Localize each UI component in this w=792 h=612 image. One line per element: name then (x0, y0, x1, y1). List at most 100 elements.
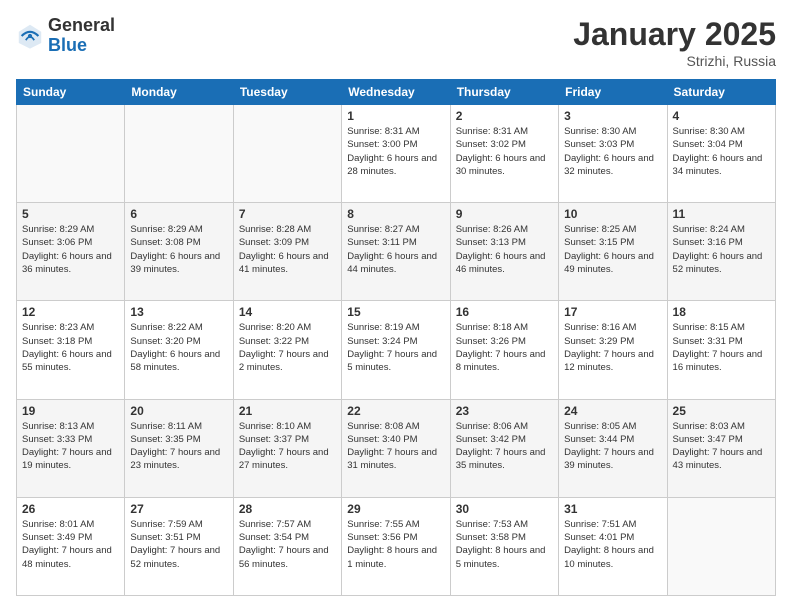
calendar-cell: 14 Sunrise: 8:20 AMSunset: 3:22 PMDayligh… (233, 301, 341, 399)
calendar-cell: 26Sunrise: 8:01 AMSunset: 3:49 PMDayligh… (17, 497, 125, 595)
day-number: 2 (456, 109, 553, 123)
day-info: Sunrise: 8:24 AMSunset: 3:16 PMDaylight:… (673, 223, 770, 276)
day-number: 17 (564, 305, 661, 319)
day-number: 28 (239, 502, 336, 516)
day-info: Sunrise: 8:13 AMSunset: 3:33 PMDaylight:… (22, 420, 119, 473)
day-number: 14 (239, 305, 336, 319)
day-number: 29 (347, 502, 444, 516)
header: General Blue January 2025 Strizhi, Russi… (16, 16, 776, 69)
calendar-cell: 10Sunrise: 8:25 AMSunset: 3:15 PMDayligh… (559, 203, 667, 301)
day-number: 24 (564, 404, 661, 418)
calendar-header-friday: Friday (559, 80, 667, 105)
day-number: 18 (673, 305, 770, 319)
day-number: 7 (239, 207, 336, 221)
calendar-cell: 24 Sunrise: 8:05 AMSunset: 3:44 PMDayligh… (559, 399, 667, 497)
calendar-cell (233, 105, 341, 203)
calendar-cell: 22 Sunrise: 8:08 AMSunset: 3:40 PMDayligh… (342, 399, 450, 497)
day-number: 15 (347, 305, 444, 319)
day-number: 27 (130, 502, 227, 516)
day-info: Sunrise: 8:05 AMSunset: 3:44 PMDaylight:… (564, 420, 661, 473)
calendar-cell: 3Sunrise: 8:30 AMSunset: 3:03 PMDaylight… (559, 105, 667, 203)
calendar-header-sunday: Sunday (17, 80, 125, 105)
day-number: 8 (347, 207, 444, 221)
day-info: Sunrise: 8:15 AMSunset: 3:31 PMDaylight:… (673, 321, 770, 374)
day-info: Sunrise: 7:51 AMSunset: 4:01 PMDaylight:… (564, 518, 661, 571)
calendar-header-wednesday: Wednesday (342, 80, 450, 105)
calendar-header-monday: Monday (125, 80, 233, 105)
calendar-cell: 20 Sunrise: 8:11 AMSunset: 3:35 PMDayligh… (125, 399, 233, 497)
day-number: 6 (130, 207, 227, 221)
calendar-cell: 27 Sunrise: 7:59 AMSunset: 3:51 PMDayligh… (125, 497, 233, 595)
calendar-cell: 6Sunrise: 8:29 AMSunset: 3:08 PMDaylight… (125, 203, 233, 301)
calendar-cell (667, 497, 775, 595)
calendar-cell: 25Sunrise: 8:03 AMSunset: 3:47 PMDayligh… (667, 399, 775, 497)
calendar-cell: 12 Sunrise: 8:23 AMSunset: 3:18 PMDayligh… (17, 301, 125, 399)
day-info: Sunrise: 8:23 AMSunset: 3:18 PMDaylight:… (22, 321, 119, 374)
calendar-cell: 1Sunrise: 8:31 AMSunset: 3:00 PMDaylight… (342, 105, 450, 203)
day-number: 31 (564, 502, 661, 516)
day-number: 3 (564, 109, 661, 123)
calendar-cell: 28 Sunrise: 7:57 AMSunset: 3:54 PMDayligh… (233, 497, 341, 595)
calendar-cell: 17Sunrise: 8:16 AMSunset: 3:29 PMDayligh… (559, 301, 667, 399)
calendar-cell: 4Sunrise: 8:30 AMSunset: 3:04 PMDaylight… (667, 105, 775, 203)
day-number: 20 (130, 404, 227, 418)
logo-icon (16, 22, 44, 50)
day-info: Sunrise: 8:28 AMSunset: 3:09 PMDaylight:… (239, 223, 336, 276)
day-info: Sunrise: 8:08 AMSunset: 3:40 PMDaylight:… (347, 420, 444, 473)
calendar-cell: 15Sunrise: 8:19 AMSunset: 3:24 PMDayligh… (342, 301, 450, 399)
calendar-cell: 18 Sunrise: 8:15 AMSunset: 3:31 PMDayligh… (667, 301, 775, 399)
day-info: Sunrise: 8:18 AMSunset: 3:26 PMDaylight:… (456, 321, 553, 374)
calendar-cell (125, 105, 233, 203)
day-number: 16 (456, 305, 553, 319)
calendar: SundayMondayTuesdayWednesdayThursdayFrid… (16, 79, 776, 596)
logo-general: General (48, 16, 115, 36)
calendar-cell: 2 Sunrise: 8:31 AMSunset: 3:02 PMDaylight… (450, 105, 558, 203)
day-info: Sunrise: 8:01 AMSunset: 3:49 PMDaylight:… (22, 518, 119, 571)
day-info: Sunrise: 7:57 AMSunset: 3:54 PMDaylight:… (239, 518, 336, 571)
calendar-header-saturday: Saturday (667, 80, 775, 105)
calendar-cell: 13 Sunrise: 8:22 AMSunset: 3:20 PMDayligh… (125, 301, 233, 399)
calendar-cell: 21 Sunrise: 8:10 AMSunset: 3:37 PMDayligh… (233, 399, 341, 497)
day-info: Sunrise: 8:22 AMSunset: 3:20 PMDaylight:… (130, 321, 227, 374)
day-number: 19 (22, 404, 119, 418)
day-info: Sunrise: 8:31 AMSunset: 3:00 PMDaylight:… (347, 125, 444, 178)
day-number: 13 (130, 305, 227, 319)
day-info: Sunrise: 8:20 AMSunset: 3:22 PMDaylight:… (239, 321, 336, 374)
calendar-week-row: 1Sunrise: 8:31 AMSunset: 3:00 PMDaylight… (17, 105, 776, 203)
logo-blue: Blue (48, 36, 115, 56)
day-info: Sunrise: 8:30 AMSunset: 3:04 PMDaylight:… (673, 125, 770, 178)
logo-text: General Blue (48, 16, 115, 56)
calendar-cell: 9 Sunrise: 8:26 AMSunset: 3:13 PMDaylight… (450, 203, 558, 301)
day-number: 30 (456, 502, 553, 516)
day-info: Sunrise: 7:55 AMSunset: 3:56 PMDaylight:… (347, 518, 444, 571)
logo: General Blue (16, 16, 115, 56)
calendar-cell: 5Sunrise: 8:29 AMSunset: 3:06 PMDaylight… (17, 203, 125, 301)
calendar-week-row: 19 Sunrise: 8:13 AMSunset: 3:33 PMDayligh… (17, 399, 776, 497)
calendar-cell (17, 105, 125, 203)
day-number: 22 (347, 404, 444, 418)
month-title: January 2025 (573, 16, 776, 53)
page: General Blue January 2025 Strizhi, Russi… (0, 0, 792, 612)
day-number: 21 (239, 404, 336, 418)
day-info: Sunrise: 7:53 AMSunset: 3:58 PMDaylight:… (456, 518, 553, 571)
day-number: 23 (456, 404, 553, 418)
calendar-cell: 8Sunrise: 8:27 AMSunset: 3:11 PMDaylight… (342, 203, 450, 301)
day-info: Sunrise: 8:06 AMSunset: 3:42 PMDaylight:… (456, 420, 553, 473)
calendar-header-row: SundayMondayTuesdayWednesdayThursdayFrid… (17, 80, 776, 105)
day-info: Sunrise: 8:03 AMSunset: 3:47 PMDaylight:… (673, 420, 770, 473)
day-info: Sunrise: 8:26 AMSunset: 3:13 PMDaylight:… (456, 223, 553, 276)
day-info: Sunrise: 8:31 AMSunset: 3:02 PMDaylight:… (456, 125, 553, 178)
day-number: 12 (22, 305, 119, 319)
calendar-cell: 23 Sunrise: 8:06 AMSunset: 3:42 PMDayligh… (450, 399, 558, 497)
calendar-week-row: 26Sunrise: 8:01 AMSunset: 3:49 PMDayligh… (17, 497, 776, 595)
calendar-cell: 29 Sunrise: 7:55 AMSunset: 3:56 PMDayligh… (342, 497, 450, 595)
day-info: Sunrise: 7:59 AMSunset: 3:51 PMDaylight:… (130, 518, 227, 571)
day-number: 9 (456, 207, 553, 221)
day-info: Sunrise: 8:10 AMSunset: 3:37 PMDaylight:… (239, 420, 336, 473)
day-info: Sunrise: 8:11 AMSunset: 3:35 PMDaylight:… (130, 420, 227, 473)
calendar-week-row: 5Sunrise: 8:29 AMSunset: 3:06 PMDaylight… (17, 203, 776, 301)
calendar-header-thursday: Thursday (450, 80, 558, 105)
calendar-cell: 31 Sunrise: 7:51 AMSunset: 4:01 PMDayligh… (559, 497, 667, 595)
calendar-cell: 7 Sunrise: 8:28 AMSunset: 3:09 PMDaylight… (233, 203, 341, 301)
calendar-cell: 16 Sunrise: 8:18 AMSunset: 3:26 PMDayligh… (450, 301, 558, 399)
